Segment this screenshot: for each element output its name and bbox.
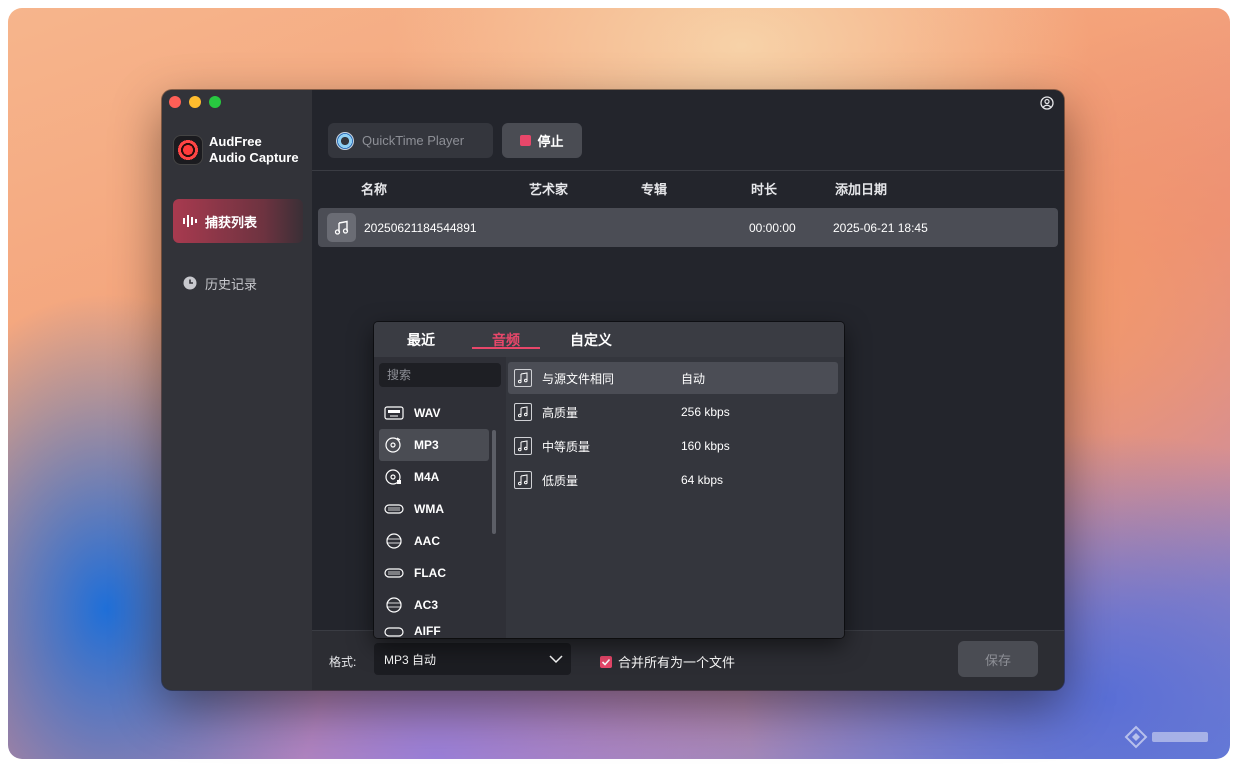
table-divider — [312, 170, 1064, 171]
merge-files-option[interactable]: 合并所有为一个文件 — [600, 652, 735, 671]
clock-icon — [183, 276, 197, 290]
aac-badge-icon — [386, 533, 402, 549]
user-account-icon[interactable] — [1040, 96, 1054, 110]
m4a-disc-icon — [385, 469, 401, 485]
audio-source-label: QuickTime Player — [362, 133, 465, 148]
audio-file-icon — [327, 213, 356, 242]
column-header-name[interactable]: 名称 — [361, 179, 387, 198]
sidebar-item-label: 捕获列表 — [205, 214, 258, 230]
quality-item-medium[interactable]: 中等质量 160 kbps — [508, 430, 838, 462]
chevron-down-icon — [549, 655, 563, 664]
format-label: 格式: — [329, 655, 357, 669]
column-header-album[interactable]: 专辑 — [641, 179, 667, 198]
format-dropdown-value: MP3 自动 — [384, 652, 437, 667]
active-tab-indicator — [472, 347, 540, 349]
ac3-badge-icon — [386, 597, 402, 613]
music-note-icon — [334, 220, 348, 235]
app-name: AudFree Audio Capture — [209, 134, 299, 165]
flac-badge-icon — [384, 568, 404, 578]
format-item-mp3[interactable]: MP3 — [379, 429, 489, 461]
stop-button-label: 停止 — [537, 134, 564, 149]
format-dropdown[interactable]: MP3 自动 — [374, 643, 571, 675]
quality-item-low[interactable]: 低质量 64 kbps — [508, 464, 838, 496]
music-note-icon — [514, 403, 532, 421]
format-item-m4a[interactable]: M4A — [379, 461, 489, 493]
format-search-input[interactable] — [379, 363, 501, 387]
merge-checkbox[interactable] — [600, 655, 612, 668]
save-button[interactable]: 保存 — [958, 641, 1038, 677]
popup-tabs: 最近 音频 自定义 — [374, 322, 844, 357]
close-window-button[interactable] — [169, 96, 181, 108]
format-item-wav[interactable]: WAV — [379, 397, 489, 429]
footer-bar: 格式: MP3 自动 合并所有为一个文件 保存 — [312, 630, 1064, 690]
audio-source-selector[interactable]: QuickTime Player — [328, 123, 493, 158]
format-popup: 最近 音频 自定义 WAV MP3 — [374, 322, 844, 638]
row-duration: 00:00:00 — [749, 221, 796, 235]
format-list-scrollbar[interactable] — [492, 430, 496, 534]
quality-list: 与源文件相同 自动 高质量 256 kbps 中等质量 160 kbps 低质量… — [506, 357, 844, 638]
merge-label: 合并所有为一个文件 — [618, 655, 736, 670]
watermark-logo-icon — [1124, 725, 1208, 749]
table-row[interactable]: 20250621184544891 00:00:00 2025-06-21 18… — [318, 208, 1058, 247]
sidebar: AudFree Audio Capture 捕获列表 历史记录 — [162, 90, 312, 690]
aiff-badge-icon — [384, 627, 404, 637]
mp3-disc-icon — [385, 437, 401, 453]
sidebar-item-label: 历史记录 — [205, 276, 258, 292]
music-note-icon — [514, 471, 532, 489]
column-header-artist[interactable]: 艺术家 — [529, 179, 568, 198]
minimize-window-button[interactable] — [189, 96, 201, 108]
sidebar-item-history[interactable]: 历史记录 — [173, 261, 303, 305]
format-list: WAV MP3 M4A WMA — [374, 357, 505, 638]
checkmark-icon — [601, 658, 611, 666]
column-header-duration[interactable]: 时长 — [751, 179, 777, 198]
column-header-date[interactable]: 添加日期 — [835, 179, 887, 198]
stop-icon — [520, 135, 532, 146]
tab-custom[interactable]: 自定义 — [570, 330, 612, 350]
sidebar-item-capture-list[interactable]: 捕获列表 — [173, 199, 303, 243]
wav-file-icon — [384, 406, 404, 420]
wma-badge-icon — [384, 504, 404, 514]
format-item-wma[interactable]: WMA — [379, 493, 489, 525]
tab-recent[interactable]: 最近 — [407, 330, 435, 350]
waveform-icon — [183, 215, 197, 227]
quality-item-source[interactable]: 与源文件相同 自动 — [508, 362, 838, 394]
row-name: 20250621184544891 — [364, 221, 477, 235]
music-note-icon — [514, 369, 532, 387]
format-item-aiff[interactable]: AIFF — [379, 621, 489, 638]
format-item-ac3[interactable]: AC3 — [379, 589, 489, 621]
format-item-aac[interactable]: AAC — [379, 525, 489, 557]
window-controls — [169, 96, 221, 108]
format-item-flac[interactable]: FLAC — [379, 557, 489, 589]
music-note-icon — [514, 437, 532, 455]
row-date: 2025-06-21 18:45 — [833, 221, 928, 235]
stop-button[interactable]: 停止 — [502, 123, 582, 158]
zoom-window-button[interactable] — [209, 96, 221, 108]
quicktime-icon — [336, 131, 354, 150]
quality-item-high[interactable]: 高质量 256 kbps — [508, 396, 838, 428]
app-brand: AudFree Audio Capture — [173, 134, 299, 166]
app-logo-icon — [173, 135, 203, 165]
